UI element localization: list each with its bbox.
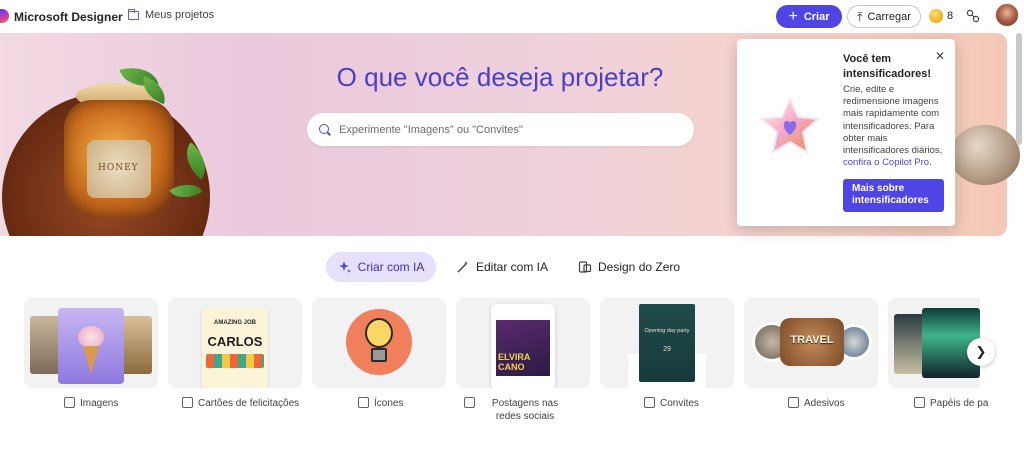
card-invitations-text: Convites xyxy=(660,398,699,409)
ice-cream-scoop-image xyxy=(78,326,104,348)
top-bar: Microsoft Designer Meus projetos + Criar… xyxy=(0,0,1024,33)
my-projects-link[interactable]: Meus projetos xyxy=(128,8,215,21)
sticker-text: TRAVEL xyxy=(790,334,834,346)
invite-day: 29 xyxy=(663,346,671,353)
tab-create-with-ai-label: Criar com IA xyxy=(357,260,425,274)
icons-icon xyxy=(358,397,369,408)
social-name1: ELVIRA xyxy=(498,352,531,362)
greeting-name: CARLOS xyxy=(207,334,263,349)
create-label: Criar xyxy=(803,10,830,23)
chevron-right-icon: ❯ xyxy=(975,344,987,359)
upload-label: Carregar xyxy=(867,10,911,23)
designer-home: Microsoft Designer Meus projetos + Criar… xyxy=(0,0,1024,464)
designer-logo-icon[interactable] xyxy=(0,9,9,23)
upload-button[interactable]: ⤒ Carregar xyxy=(847,5,921,28)
invite-title: Opening day party xyxy=(644,328,690,334)
create-button[interactable]: + Criar xyxy=(776,5,842,28)
social-name2: CANO xyxy=(498,362,525,372)
boost-coin-icon[interactable] xyxy=(929,9,943,23)
card-social-posts-label[interactable]: Postagens nas redes sociais xyxy=(464,397,584,423)
share-icon[interactable] xyxy=(966,9,980,23)
popover-body: Crie, edite e redimensione imagens mais … xyxy=(843,84,948,169)
confetti-pattern-image xyxy=(206,354,264,368)
layout-icon xyxy=(578,261,592,273)
greeting-line1: AMAZING JOB xyxy=(214,320,256,326)
popover-body-text: Crie, edite e redimensione imagens mais … xyxy=(843,84,943,157)
sticker-icon xyxy=(788,397,799,408)
image-sparkle-icon xyxy=(64,397,75,408)
tab-create-with-ai[interactable]: Criar com IA xyxy=(326,252,436,282)
invitation-icon xyxy=(644,397,655,408)
tab-edit-with-ai[interactable]: Editar com IA xyxy=(456,252,548,282)
search-bar[interactable] xyxy=(307,113,694,146)
card-wallpapers-label[interactable]: Papéis de pa xyxy=(914,397,988,410)
social-post-icon xyxy=(464,397,475,408)
page-scrollbar[interactable] xyxy=(1016,33,1022,145)
sparkle-icon xyxy=(338,261,351,273)
ice-cream-cone-image xyxy=(83,346,99,374)
wallpaper-icon xyxy=(914,397,925,408)
carousel-next-button[interactable]: ❯ xyxy=(967,338,995,366)
card-images-label[interactable]: Imagens xyxy=(64,397,118,410)
popover-title: Você tem intensificadores! xyxy=(843,53,932,80)
honey-jar-label: HONEY xyxy=(98,163,139,173)
more-boosts-button[interactable]: Mais sobre intensificadores xyxy=(843,179,944,212)
copilot-pro-link[interactable]: confira o Copilot Pro. xyxy=(843,157,932,168)
tab-design-from-scratch-label: Design do Zero xyxy=(598,260,681,274)
card-icons[interactable] xyxy=(312,298,446,388)
card-social-posts[interactable]: ELVIRA CANO xyxy=(456,298,590,388)
hero-title-text: O que você deseja projetar? xyxy=(336,62,664,92)
envelope-icon xyxy=(182,397,193,408)
card-stickers-label[interactable]: Adesivos xyxy=(788,397,845,410)
my-projects-label: Meus projetos xyxy=(145,9,215,21)
card-greeting-cards[interactable]: AMAZING JOB CARLOS xyxy=(168,298,302,388)
card-stickers[interactable]: TRAVEL xyxy=(744,298,878,388)
card-images[interactable] xyxy=(24,298,158,388)
stone-dish-image xyxy=(950,125,1020,185)
card-invitations-label[interactable]: Convites xyxy=(644,397,699,410)
star-heart-icon xyxy=(759,96,821,154)
card-stickers-text: Adesivos xyxy=(804,398,845,409)
card-icons-label[interactable]: Ícones xyxy=(358,397,403,410)
magic-wand-icon xyxy=(457,261,468,273)
card-social-posts-text: Postagens nas redes sociais xyxy=(491,398,559,422)
invitation-card-image xyxy=(639,304,695,382)
card-invitations[interactable]: Opening day party 29 xyxy=(600,298,734,388)
card-wallpapers[interactable] xyxy=(888,298,980,388)
card-greeting-cards-label[interactable]: Cartões de felicitações xyxy=(182,397,299,410)
boost-count[interactable]: 8 xyxy=(947,10,953,22)
brand-name[interactable]: Microsoft Designer xyxy=(14,10,123,24)
lightbulb-base-icon xyxy=(371,348,387,362)
lightbulb-icon xyxy=(365,318,393,348)
card-icons-text: Ícones xyxy=(374,398,404,409)
search-input[interactable] xyxy=(339,123,669,136)
search-icon xyxy=(319,123,331,136)
avatar[interactable] xyxy=(995,3,1019,27)
folder-icon xyxy=(128,8,139,20)
card-images-text: Imagens xyxy=(80,398,119,409)
card-wallpapers-text: Papéis de pa xyxy=(930,398,989,409)
card-greeting-cards-text: Cartões de felicitações xyxy=(198,398,300,409)
upload-icon: ⤒ xyxy=(857,9,863,24)
tab-design-from-scratch[interactable]: Design do Zero xyxy=(578,252,680,282)
tab-edit-with-ai-label: Editar com IA xyxy=(476,260,549,274)
plus-icon: + xyxy=(788,7,798,25)
